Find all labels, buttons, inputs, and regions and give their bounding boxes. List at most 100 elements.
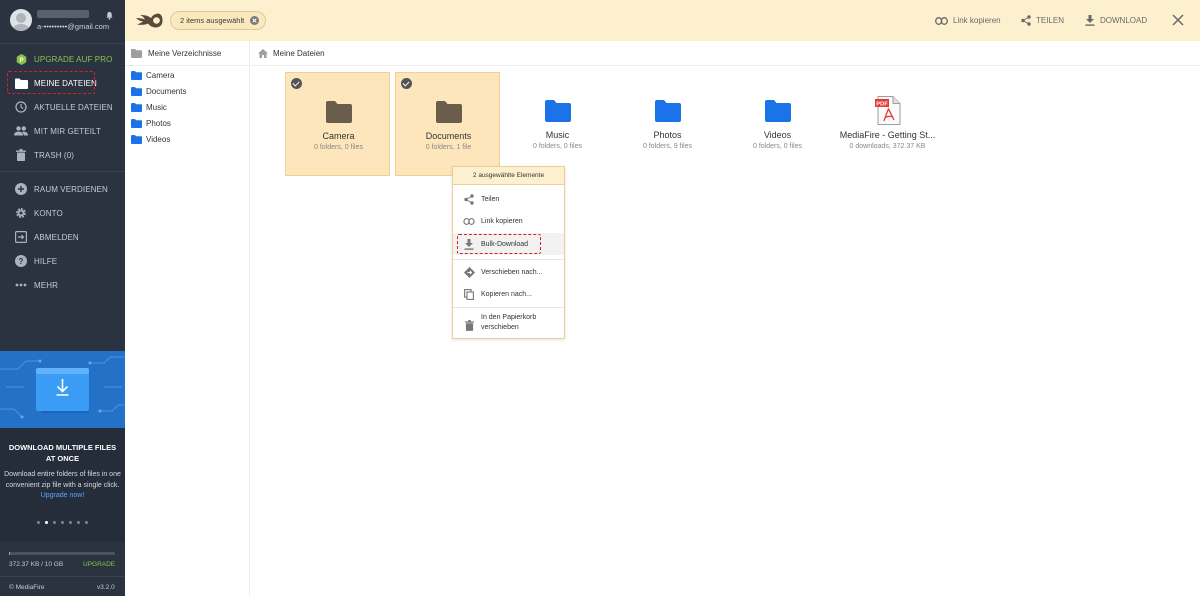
- folder-tree-header[interactable]: Meine Verzeichnisse: [125, 41, 250, 66]
- checkmark-icon[interactable]: [291, 78, 302, 89]
- promo-title: DOWNLOAD MULTIPLE FILES AT ONCE: [8, 443, 117, 463]
- carousel-dot[interactable]: [37, 521, 40, 524]
- carousel-dot[interactable]: [85, 521, 88, 524]
- folder-icon: [326, 101, 352, 123]
- download-icon: [1085, 15, 1095, 26]
- menu-item-move[interactable]: Verschieben nach...: [453, 261, 564, 283]
- file-tile-music[interactable]: Music 0 folders, 0 files: [505, 72, 610, 176]
- version-label: v3.2.0: [97, 584, 115, 591]
- sidebar-item-label: AKTUELLE DATEIEN: [34, 102, 113, 112]
- sidebar-item-label: RAUM VERDIENEN: [34, 184, 108, 194]
- file-meta: 0 folders, 1 file: [425, 144, 472, 151]
- carousel-dot[interactable]: [61, 521, 64, 524]
- sidebar-item-label: ABMELDEN: [34, 232, 79, 242]
- promo-panel: DOWNLOAD MULTIPLE FILES AT ONCE Download…: [0, 351, 125, 542]
- file-name: Camera: [322, 131, 355, 141]
- move-icon: [463, 266, 475, 278]
- file-name: Documents: [425, 131, 472, 141]
- download-label: DOWNLOAD: [1100, 16, 1148, 25]
- share-icon: [1021, 15, 1031, 26]
- folder-icon: [131, 86, 142, 96]
- close-icon[interactable]: [1171, 13, 1185, 27]
- home-icon[interactable]: [258, 48, 268, 58]
- selection-count: 2 items ausgewählt: [180, 16, 245, 25]
- upgrade-icon: P: [14, 52, 28, 66]
- download-button[interactable]: DOWNLOAD: [1085, 13, 1147, 28]
- clear-selection-icon[interactable]: [250, 16, 260, 25]
- sidebar-item-shared[interactable]: MIT MIR GETEILT: [0, 120, 125, 142]
- copy-icon: [463, 288, 475, 300]
- folder-tree-item-music[interactable]: Music: [131, 100, 167, 114]
- sidebar-item-recent[interactable]: AKTUELLE DATEIEN: [0, 96, 125, 118]
- bell-icon[interactable]: [105, 11, 114, 20]
- file-tile-pdf[interactable]: PDF MediaFire - Getting St... 0 download…: [835, 72, 940, 176]
- file-meta: 0 folders, 0 files: [313, 144, 364, 151]
- trash-icon: [14, 148, 28, 162]
- folder-icon: [131, 118, 142, 128]
- mediafire-logo-icon[interactable]: [135, 12, 163, 29]
- highlight-box: [457, 234, 541, 254]
- file-name: Photos: [653, 130, 682, 140]
- carousel-dot[interactable]: [77, 521, 80, 524]
- sidebar-item-more[interactable]: MEHR: [0, 274, 125, 296]
- sidebar-item-trash[interactable]: TRASH (0): [0, 144, 125, 166]
- selection-pill[interactable]: 2 items ausgewählt: [170, 11, 267, 30]
- copy-link-button[interactable]: Link kopieren: [935, 13, 1001, 28]
- file-tile-documents[interactable]: Documents 0 folders, 1 file: [395, 72, 500, 176]
- carousel-dot[interactable]: [69, 521, 72, 524]
- folder-tree-label: Documents: [146, 86, 187, 96]
- folder-tree-item-camera[interactable]: Camera: [131, 68, 174, 82]
- file-name: Videos: [763, 130, 792, 140]
- sidebar-item-label: MEHR: [34, 280, 58, 290]
- folder-tree-item-documents[interactable]: Documents: [131, 84, 186, 98]
- menu-item-copy-link[interactable]: Link kopieren: [453, 210, 564, 232]
- pdf-icon: PDF: [875, 96, 901, 125]
- breadcrumb-current[interactable]: Meine Dateien: [273, 49, 325, 58]
- file-tile-photos[interactable]: Photos 0 folders, 9 files: [615, 72, 720, 176]
- promo-carousel-dots: [0, 521, 125, 524]
- sidebar-item-upgrade[interactable]: P UPGRADE AUF PRO: [0, 48, 125, 70]
- storage-usage: 372.37 KB / 10 GB: [9, 561, 64, 568]
- link-icon: [463, 217, 475, 225]
- file-meta: 0 folders, 0 files: [532, 143, 583, 150]
- folder-tree-label: Music: [146, 102, 167, 112]
- file-meta: 0 downloads, 372.37 KB: [849, 143, 926, 150]
- avatar[interactable]: [10, 9, 32, 31]
- sidebar-item-label: MIT MIR GETEILT: [34, 126, 101, 136]
- gear-icon: [14, 206, 28, 220]
- share-button[interactable]: TEILEN: [1021, 13, 1064, 28]
- sidebar-item-logout[interactable]: ABMELDEN: [0, 226, 125, 248]
- folder-icon: [131, 48, 142, 58]
- menu-divider: [453, 259, 564, 260]
- share-icon: [463, 193, 475, 205]
- sidebar-item-earn-space[interactable]: RAUM VERDIENEN: [0, 178, 125, 200]
- sidebar-item-label: TRASH (0): [34, 150, 75, 160]
- folder-tree-item-videos[interactable]: Videos: [131, 132, 170, 146]
- folder-icon: [545, 100, 571, 122]
- folder-tree-item-photos[interactable]: Photos: [131, 116, 171, 130]
- sidebar-item-account[interactable]: KONTO: [0, 202, 125, 224]
- carousel-dot[interactable]: [53, 521, 56, 524]
- upgrade-now-link[interactable]: Upgrade now!: [41, 492, 85, 499]
- file-meta: 0 folders, 0 files: [752, 143, 803, 150]
- carousel-dot[interactable]: [45, 521, 48, 524]
- logout-icon: [14, 230, 28, 244]
- upgrade-link[interactable]: UPGRADE: [83, 561, 115, 568]
- plus-circle-icon: [14, 182, 28, 196]
- file-tile-videos[interactable]: Videos 0 folders, 0 files: [725, 72, 830, 176]
- menu-item-share[interactable]: Teilen: [453, 188, 564, 210]
- user-panel[interactable]: a-•••••••••@gmail.com: [0, 0, 125, 42]
- menu-item-label: Verschieben nach...: [481, 268, 543, 276]
- folder-tree-label: Photos: [146, 118, 171, 128]
- sidebar-item-label: HILFE: [34, 256, 58, 266]
- menu-item-label: Link kopieren: [481, 217, 523, 225]
- promo-text: Download entire folders of files in one …: [4, 470, 121, 502]
- file-tile-camera[interactable]: Camera 0 folders, 0 files: [285, 72, 390, 176]
- menu-item-move-to-trash[interactable]: In den Papierkorb verschieben: [453, 310, 564, 336]
- folder-icon: [131, 134, 142, 144]
- sidebar-item-help[interactable]: ? HILFE: [0, 250, 125, 272]
- file-name: MediaFire - Getting St...: [839, 130, 936, 140]
- breadcrumb: Meine Dateien: [251, 41, 1200, 66]
- menu-item-copy[interactable]: Kopieren nach...: [453, 283, 564, 305]
- checkmark-icon[interactable]: [401, 78, 412, 89]
